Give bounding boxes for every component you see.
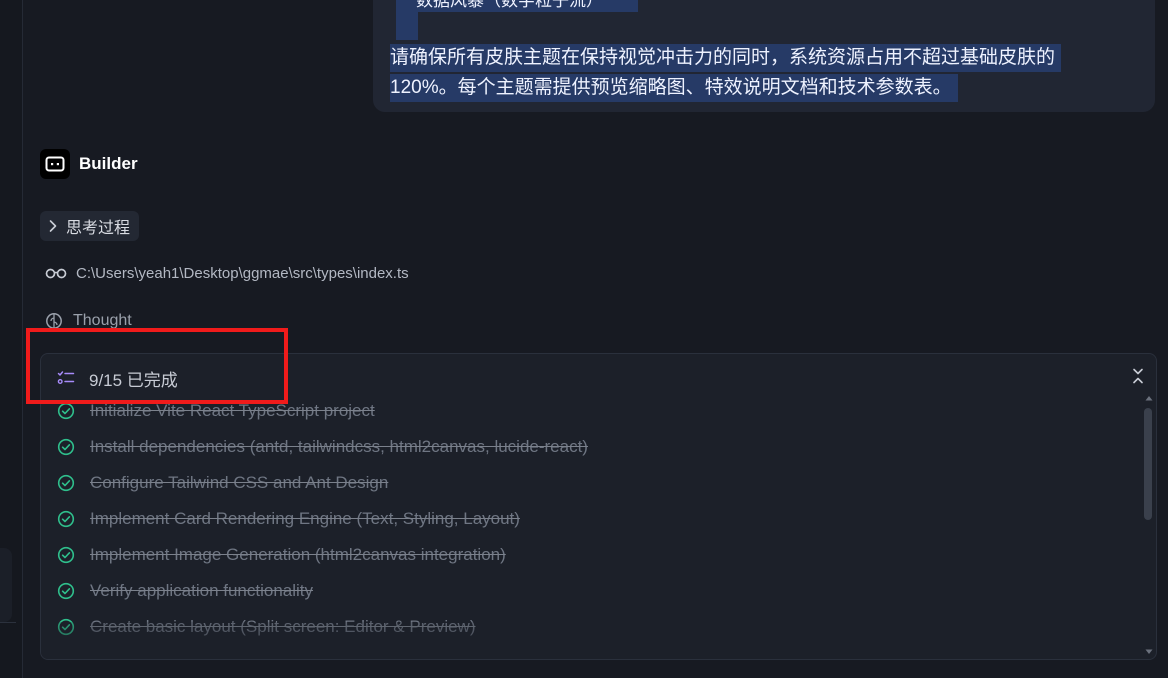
collapse-icon — [1133, 368, 1143, 384]
todo-item: Install dependencies (antd, tailwindcss,… — [57, 435, 588, 459]
todo-item-label: Initialize Vite React TypeScript project — [90, 401, 375, 420]
checklist-icon — [57, 371, 75, 384]
todo-item-label: Implement Image Generation (html2canvas … — [90, 545, 506, 564]
glasses-icon — [45, 268, 67, 279]
selection-blank-line — [396, 12, 418, 40]
user-message-line-2: 120%。每个主题需提供预览缩略图、特效说明文档和技术参数表。 — [390, 74, 958, 102]
todo-item: Configure Tailwind CSS and Ant Design — [57, 471, 388, 495]
check-circle-icon — [57, 402, 75, 420]
thinking-process-toggle[interactable]: 思考过程 — [40, 211, 140, 241]
todo-item-label: Configure Tailwind CSS and Ant Design — [90, 473, 389, 492]
thought-icon — [46, 313, 62, 329]
rail-divider — [0, 622, 16, 623]
todo-panel: 9/15 已完成 Initialize Vite React TypeScrip… — [40, 353, 1157, 660]
scroll-up-arrow-icon[interactable] — [1144, 393, 1154, 403]
check-circle-icon — [57, 510, 75, 528]
check-circle-icon — [57, 618, 75, 636]
todo-item: Implement Card Rendering Engine (Text, S… — [57, 507, 520, 531]
todo-item: Create basic layout (Split screen: Edito… — [57, 615, 476, 639]
chevron-right-icon — [49, 220, 57, 232]
check-circle-icon — [57, 546, 75, 564]
todo-item-label: Create basic layout (Split screen: Edito… — [90, 617, 476, 636]
todo-header[interactable]: 9/15 已完成 — [57, 366, 178, 390]
file-read-row[interactable]: C:\Users\yeah1\Desktop\ggmae\src\types\i… — [45, 262, 409, 284]
file-path: C:\Users\yeah1\Desktop\ggmae\src\types\i… — [76, 264, 409, 282]
thinking-process-label: 思考过程 — [66, 220, 131, 237]
left-rail — [0, 0, 23, 678]
todo-item-label: Verify application functionality — [90, 581, 314, 600]
todo-progress-summary: 9/15 已完成 — [89, 370, 178, 390]
user-message-line-top: 数据风暴（数字粒子流） — [396, 0, 638, 12]
todo-item-label: Implement Card Rendering Engine (Text, S… — [90, 509, 520, 528]
chat-view: 数据风暴（数字粒子流） 请确保所有皮肤主题在保持视觉冲击力的同时，系统资源占用不… — [0, 0, 1168, 678]
todo-item-label: Install dependencies (antd, tailwindcss,… — [90, 437, 588, 456]
check-circle-icon — [57, 582, 75, 600]
assistant-header: Builder — [40, 149, 138, 179]
scrollbar-thumb[interactable] — [1144, 408, 1152, 520]
collapse-button[interactable] — [1128, 366, 1148, 386]
bot-face-icon — [40, 149, 70, 179]
user-message-line-1: 请确保所有皮肤主题在保持视觉冲击力的同时，系统资源占用不超过基础皮肤的 — [390, 44, 1062, 72]
todo-item: Initialize Vite React TypeScript project — [57, 399, 375, 423]
check-circle-icon — [57, 438, 75, 456]
scroll-down-arrow-icon[interactable] — [1144, 647, 1154, 657]
check-circle-icon — [57, 474, 75, 492]
sidebar-resize-handle[interactable] — [0, 548, 12, 622]
thought-label: Thought — [73, 312, 132, 329]
todo-item: Verify application functionality — [57, 579, 313, 603]
todo-item: Implement Image Generation (html2canvas … — [57, 543, 506, 567]
assistant-name: Builder — [79, 154, 138, 173]
thought-row[interactable]: Thought — [45, 310, 132, 332]
